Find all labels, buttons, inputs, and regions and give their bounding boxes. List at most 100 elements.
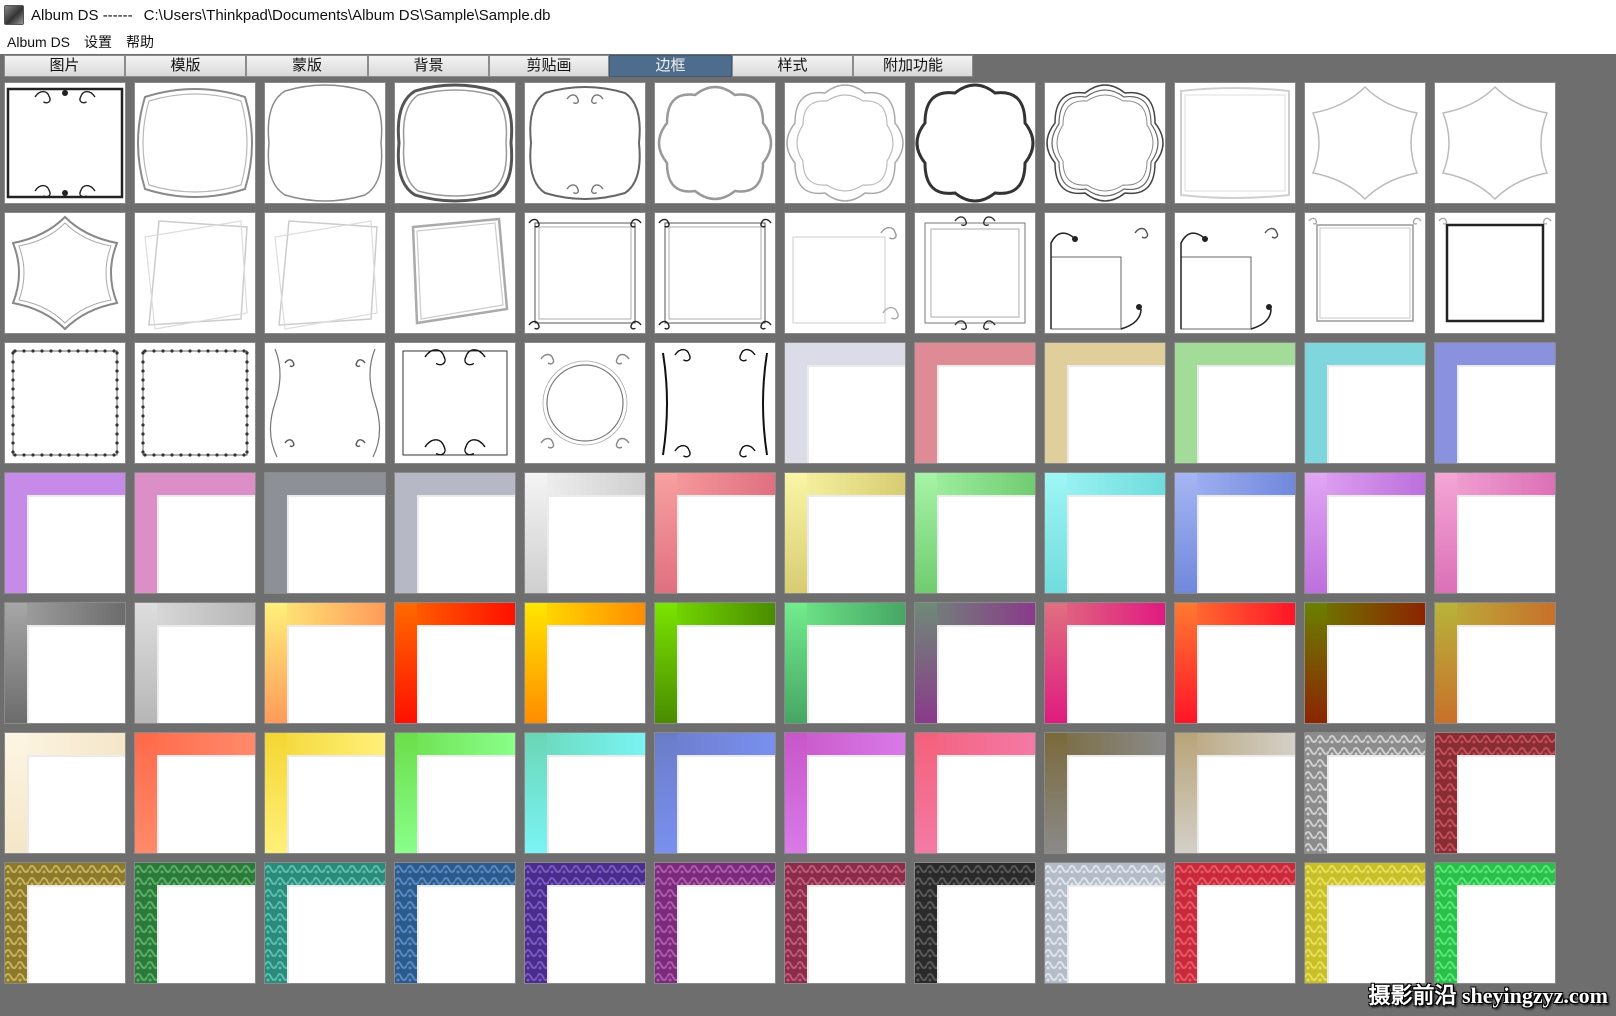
frame-thumbnail[interactable] [1434, 82, 1556, 204]
frame-thumbnail[interactable] [1044, 602, 1166, 724]
frame-thumbnail[interactable] [1044, 212, 1166, 334]
frame-thumbnail[interactable] [784, 472, 906, 594]
frame-thumbnail[interactable] [4, 82, 126, 204]
frame-thumbnail[interactable] [4, 602, 126, 724]
frame-thumbnail[interactable] [1434, 472, 1556, 594]
frame-thumbnail[interactable] [394, 342, 516, 464]
frame-thumbnail[interactable] [524, 82, 646, 204]
frame-thumbnail[interactable] [524, 602, 646, 724]
frame-thumbnail[interactable] [264, 82, 386, 204]
frame-thumbnail[interactable] [784, 862, 906, 984]
frame-thumbnail[interactable] [654, 472, 776, 594]
frame-thumbnail[interactable] [1304, 472, 1426, 594]
frame-thumbnail[interactable] [1304, 342, 1426, 464]
frame-thumbnail[interactable] [1174, 732, 1296, 854]
frame-thumbnail[interactable] [394, 732, 516, 854]
frame-thumbnail[interactable] [4, 732, 126, 854]
frame-thumbnail[interactable] [394, 82, 516, 204]
frame-thumbnail[interactable] [524, 212, 646, 334]
tab-backgrounds[interactable]: 背景 [368, 55, 489, 77]
frame-thumbnail[interactable] [1174, 472, 1296, 594]
frame-thumbnail[interactable] [1174, 342, 1296, 464]
frame-thumbnail[interactable] [654, 82, 776, 204]
tab-extras[interactable]: 附加功能 [853, 55, 973, 77]
frame-thumbnail[interactable] [1434, 212, 1556, 334]
frame-thumbnail[interactable] [264, 342, 386, 464]
frame-thumbnail[interactable] [1044, 472, 1166, 594]
frame-thumbnail[interactable] [914, 472, 1036, 594]
frame-thumbnail[interactable] [134, 82, 256, 204]
frame-thumbnail[interactable] [1304, 862, 1426, 984]
frame-thumbnail[interactable] [134, 732, 256, 854]
frame-thumbnail[interactable] [1044, 732, 1166, 854]
watermark: 摄影前沿 sheyingzyz.com [1368, 983, 1608, 1008]
frame-thumbnail[interactable] [134, 862, 256, 984]
frame-thumbnail[interactable] [264, 732, 386, 854]
frame-thumbnail[interactable] [784, 82, 906, 204]
frame-thumbnail[interactable] [1174, 82, 1296, 204]
frame-thumbnail[interactable] [264, 862, 386, 984]
frame-thumbnail[interactable] [654, 342, 776, 464]
frame-thumbnail[interactable] [1304, 602, 1426, 724]
menu-settings[interactable]: 设置 [77, 32, 119, 52]
frame-thumbnail[interactable] [784, 342, 906, 464]
tab-clipart[interactable]: 剪贴画 [489, 55, 609, 77]
frame-thumbnail[interactable] [784, 732, 906, 854]
frame-thumbnail[interactable] [784, 212, 906, 334]
tab-styles[interactable]: 样式 [732, 55, 853, 77]
frame-thumbnail[interactable] [1174, 862, 1296, 984]
tab-pictures[interactable]: 图片 [4, 55, 125, 77]
frame-thumbnail[interactable] [394, 472, 516, 594]
frame-thumbnail[interactable] [1044, 82, 1166, 204]
frame-thumbnail[interactable] [4, 862, 126, 984]
frame-thumbnail[interactable] [134, 602, 256, 724]
menu-help[interactable]: 帮助 [119, 32, 161, 52]
frame-thumbnail[interactable] [784, 602, 906, 724]
frame-thumbnail[interactable] [264, 212, 386, 334]
tab-bar: 图片 模版 蒙版 背景 剪贴画 边框 样式 附加功能 [0, 54, 1616, 78]
frame-thumbnail[interactable] [914, 862, 1036, 984]
frame-thumbnail[interactable] [134, 342, 256, 464]
frame-thumbnail[interactable] [1174, 212, 1296, 334]
menu-album-ds[interactable]: Album DS [0, 34, 77, 50]
frame-thumbnail[interactable] [1434, 342, 1556, 464]
frame-thumbnail[interactable] [1304, 212, 1426, 334]
frame-thumbnail[interactable] [134, 212, 256, 334]
frame-thumbnail[interactable] [4, 472, 126, 594]
frame-thumbnail[interactable] [1304, 82, 1426, 204]
frame-thumbnail[interactable] [524, 732, 646, 854]
frame-thumbnail[interactable] [264, 472, 386, 594]
frame-thumbnail[interactable] [914, 82, 1036, 204]
frame-thumbnail[interactable] [524, 862, 646, 984]
frame-thumbnail[interactable] [914, 732, 1036, 854]
frame-thumbnail[interactable] [654, 212, 776, 334]
frame-thumbnail[interactable] [1434, 862, 1556, 984]
tab-templates[interactable]: 模版 [125, 55, 246, 77]
frame-thumbnail[interactable] [394, 212, 516, 334]
frame-thumbnail[interactable] [1434, 732, 1556, 854]
frame-thumbnail[interactable] [1174, 602, 1296, 724]
frame-thumbnail[interactable] [4, 212, 126, 334]
frame-thumbnail[interactable] [524, 472, 646, 594]
frame-thumbnail[interactable] [1434, 602, 1556, 724]
title-bar: Album DS ------ C:\Users\Thinkpad\Docume… [0, 0, 1616, 30]
frame-thumbnail[interactable] [134, 472, 256, 594]
frame-thumbnail[interactable] [264, 602, 386, 724]
frame-thumbnail[interactable] [654, 732, 776, 854]
frame-thumbnail[interactable] [1304, 732, 1426, 854]
frame-thumbnail[interactable] [654, 862, 776, 984]
album-app-icon [4, 5, 24, 25]
frame-thumbnail[interactable] [1044, 342, 1166, 464]
frame-thumbnail[interactable] [654, 602, 776, 724]
frame-thumbnail[interactable] [914, 342, 1036, 464]
tab-masks[interactable]: 蒙版 [246, 55, 368, 77]
frame-thumbnail[interactable] [524, 342, 646, 464]
frame-thumbnail[interactable] [1044, 862, 1166, 984]
frame-thumbnail[interactable] [914, 602, 1036, 724]
frame-thumbnail[interactable] [914, 212, 1036, 334]
frame-thumbnail[interactable] [394, 602, 516, 724]
frame-thumbnail[interactable] [394, 862, 516, 984]
tab-frames[interactable]: 边框 [609, 55, 732, 77]
frame-thumbnail[interactable] [4, 342, 126, 464]
menu-bar: Album DS 设置 帮助 [0, 30, 1616, 54]
